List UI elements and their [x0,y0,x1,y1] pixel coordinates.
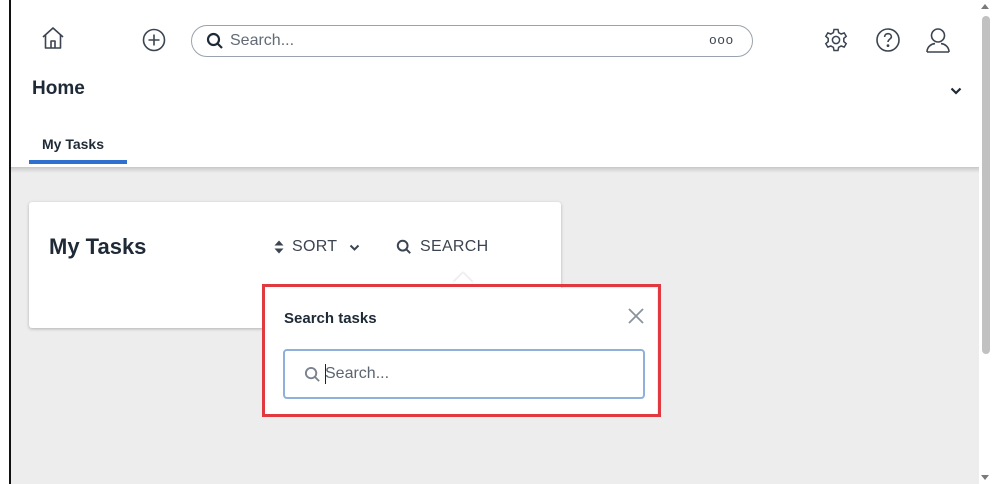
page-title: Home [32,78,85,99]
popover-title: Search tasks [284,310,377,327]
search-icon [396,239,412,255]
search-options-button[interactable]: ooo [709,32,734,47]
close-icon[interactable] [627,307,645,325]
task-search-input[interactable] [325,363,625,385]
sort-button[interactable]: SORT [274,236,360,258]
card-search-label: SEARCH [420,238,489,255]
top-navigation-bar: Search... ooo [11,0,979,73]
task-search-field[interactable] [283,349,645,399]
header-shadow [11,167,979,173]
sort-label: SORT [292,238,338,255]
sort-icon [274,240,284,254]
scroll-up-arrow-icon[interactable] [981,4,989,9]
page-header: Home My Tasks [11,72,979,168]
plus-circle-icon[interactable] [142,28,166,52]
home-icon[interactable] [41,26,65,50]
gear-icon[interactable] [823,27,849,53]
scroll-thumb[interactable] [982,16,990,354]
text-cursor [325,364,326,384]
chevron-down-icon [349,242,360,253]
app-frame: Search... ooo Home My Tasks My Tasks SOR… [9,0,979,484]
chevron-down-icon[interactable] [949,84,963,98]
active-tab-indicator [29,160,127,164]
scroll-down-arrow-icon[interactable] [981,475,989,480]
global-search-input[interactable]: Search... ooo [191,25,753,57]
card-title: My Tasks [49,234,147,259]
tab-my-tasks-label: My Tasks [42,136,104,152]
card-search-button[interactable]: SEARCH [396,236,488,258]
search-icon [206,32,224,55]
question-circle-icon[interactable] [875,27,901,53]
global-search-placeholder: Search... [230,32,295,49]
tab-my-tasks[interactable]: My Tasks [29,128,127,164]
search-icon [304,366,321,383]
vertical-scrollbar[interactable] [979,0,992,484]
search-tasks-popover: Search tasks [265,288,657,416]
user-icon[interactable] [924,26,952,54]
